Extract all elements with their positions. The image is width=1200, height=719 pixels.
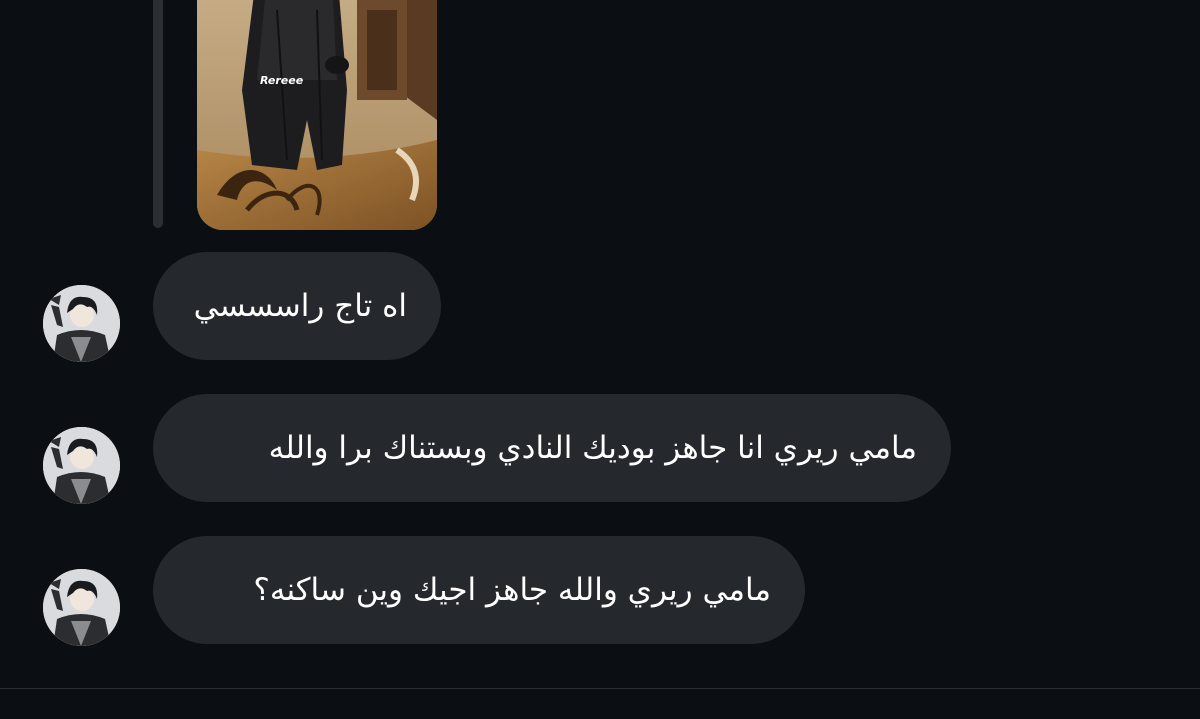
message-text: مامي ريري انا جاهز بوديك النادي وبستناك … bbox=[268, 429, 917, 466]
user-avatar-icon[interactable] bbox=[43, 285, 120, 362]
message-text: مامي ريري والله جاهز اجيك وين ساكنه؟ bbox=[253, 571, 771, 608]
message-bubble[interactable]: اه تاج راسسسي bbox=[153, 252, 441, 360]
user-avatar-icon[interactable] bbox=[43, 569, 120, 646]
user-avatar-icon[interactable] bbox=[43, 427, 120, 504]
photo-caption: Rereee bbox=[260, 74, 304, 87]
avatar-illustration bbox=[43, 285, 120, 362]
message-text: اه تاج راسسسي bbox=[193, 287, 407, 324]
message-bubble[interactable]: مامي ريري انا جاهز بوديك النادي وبستناك … bbox=[153, 394, 951, 502]
thread-connector-line bbox=[153, 0, 163, 228]
message-bubble[interactable]: مامي ريري والله جاهز اجيك وين ساكنه؟ bbox=[153, 536, 805, 644]
dm-conversation: Rereee اه تاج راسسسي مامي ريري انا جاهز … bbox=[0, 0, 1200, 719]
avatar-illustration bbox=[43, 569, 120, 646]
photo-image bbox=[197, 0, 437, 230]
shared-photo[interactable]: Rereee bbox=[197, 0, 437, 230]
avatar-illustration bbox=[43, 427, 120, 504]
bottom-divider bbox=[0, 688, 1200, 689]
